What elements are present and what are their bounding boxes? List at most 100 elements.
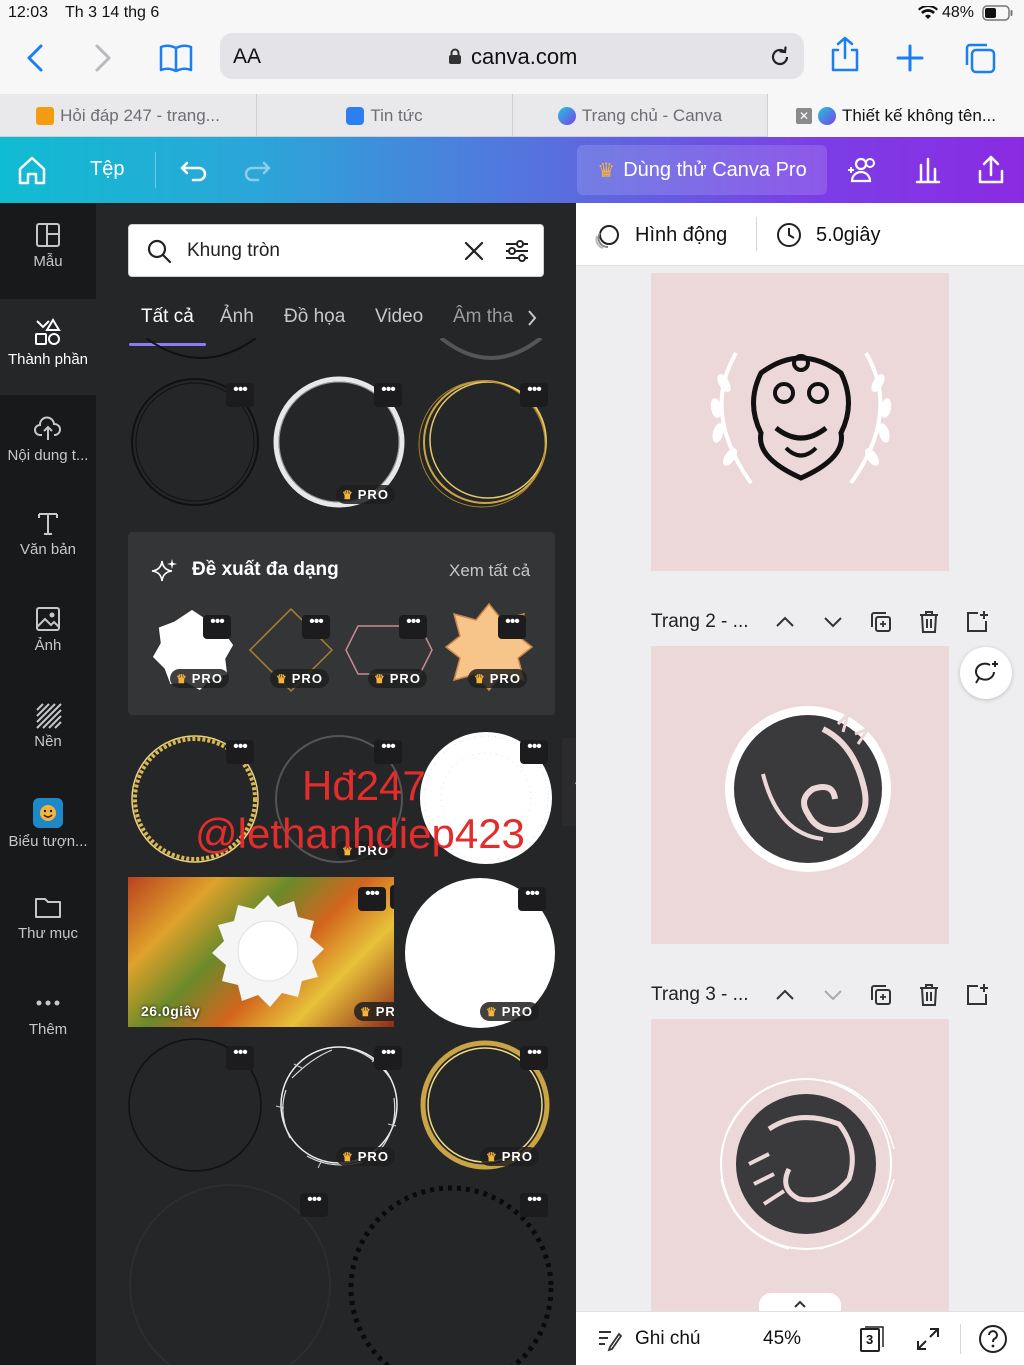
rail-folders[interactable]: Thư mục (0, 875, 96, 971)
toolbar-divider (756, 217, 757, 251)
see-all-link[interactable]: Xem tất cả (449, 561, 530, 581)
new-tab-icon[interactable] (890, 38, 930, 78)
tab-graphics[interactable]: Đồ họa (284, 306, 345, 328)
help-icon[interactable] (978, 1324, 1008, 1354)
duplicate-page-icon[interactable] (868, 982, 894, 1008)
more-options-button[interactable]: ••• (390, 885, 394, 909)
tabs-overview-icon[interactable] (960, 38, 1000, 78)
duration-button[interactable]: 5.0giây (816, 224, 881, 247)
news-favicon (346, 106, 365, 125)
fullscreen-icon[interactable] (914, 1325, 942, 1353)
share-people-icon[interactable] (845, 151, 883, 189)
rail-uploads[interactable]: Nội dung t... (0, 395, 96, 491)
clear-search-icon[interactable] (463, 240, 485, 262)
rail-text[interactable]: Văn bản (0, 491, 96, 587)
rail-elements[interactable]: Thành phần (0, 299, 96, 395)
tab-hoidap[interactable]: Hỏi đáp 247 - trang... (0, 94, 257, 137)
share-icon[interactable] (825, 34, 865, 74)
filter-icon[interactable] (503, 237, 531, 265)
more-options-button[interactable]: ••• (358, 886, 386, 911)
tab-tintuc[interactable]: Tin tức (257, 94, 513, 137)
back-icon[interactable] (16, 38, 56, 78)
more-options-button[interactable]: ••• (300, 1192, 328, 1217)
dragon-circle-logo (725, 706, 891, 872)
more-options-button[interactable]: ••• (520, 382, 548, 407)
forward-icon[interactable] (82, 38, 122, 78)
delete-page-icon[interactable] (916, 609, 942, 635)
more-options-button[interactable]: ••• (520, 739, 548, 764)
rail-more[interactable]: Thêm (0, 971, 96, 1067)
tab-design[interactable]: ✕ Thiết kế không tên... (768, 94, 1024, 137)
more-options-button[interactable]: ••• (518, 886, 546, 911)
more-options-button[interactable]: ••• (374, 739, 402, 764)
file-menu[interactable]: Tệp (90, 158, 124, 181)
address-bar[interactable]: AA canva.com (220, 33, 804, 79)
rail-label: Văn bản (20, 541, 76, 558)
tab-all[interactable]: Tất cả (141, 306, 194, 328)
more-options-button[interactable]: ••• (302, 614, 330, 639)
more-options-button[interactable]: ••• (399, 614, 427, 639)
more-options-button[interactable]: ••• (203, 614, 231, 639)
upload-share-icon[interactable] (972, 151, 1010, 189)
home-icon[interactable] (13, 151, 51, 189)
add-page-icon[interactable] (964, 982, 990, 1008)
lion-branch-logo (720, 1078, 895, 1250)
search-box[interactable] (128, 224, 544, 277)
tab-label: Thiết kế không tên... (841, 105, 997, 125)
page-3[interactable] (651, 1019, 949, 1317)
tab-canva-home[interactable]: Trang chủ - Canva (513, 94, 768, 137)
delete-page-icon[interactable] (916, 982, 942, 1008)
insights-icon[interactable] (909, 151, 947, 189)
rail-background[interactable]: Nền (0, 683, 96, 779)
notes-button[interactable]: Ghi chú (635, 1328, 700, 1350)
more-options-button[interactable]: ••• (498, 614, 526, 639)
circle-frame-partial[interactable] (136, 338, 266, 368)
rail-templates[interactable]: Mẫu (0, 203, 96, 299)
add-page-icon[interactable] (964, 609, 990, 635)
more-options-button[interactable]: ••• (226, 739, 254, 764)
page-2-title[interactable]: Trang 2 - ... (651, 611, 749, 633)
bookmarks-icon[interactable] (156, 38, 196, 78)
tab-photos[interactable]: Ảnh (220, 306, 254, 328)
close-tab-icon[interactable]: ✕ (795, 107, 812, 124)
more-options-button[interactable]: ••• (520, 1192, 548, 1217)
rail-stickers[interactable]: Biểu tượn... (0, 779, 96, 875)
chevron-up-icon[interactable] (772, 609, 798, 635)
tab-videos[interactable]: Video (375, 306, 423, 328)
pro-badge: ♛PRO (336, 485, 395, 504)
rail-photos[interactable]: Ảnh (0, 587, 96, 683)
comment-button[interactable] (960, 647, 1012, 699)
animate-button[interactable]: Hình động (635, 224, 727, 247)
pro-badge: ♛PRO (336, 841, 395, 860)
tab-audio[interactable]: Âm tha (453, 306, 513, 328)
search-input[interactable] (187, 237, 447, 265)
chevron-down-icon[interactable] (820, 982, 846, 1008)
redo-icon[interactable] (238, 151, 276, 189)
page-count-button[interactable]: 3 (858, 1325, 886, 1353)
text-size-button[interactable]: AA (233, 45, 261, 69)
zoom-level[interactable]: 45% (763, 1328, 801, 1350)
autumn-leaves-video[interactable]: 26.0giây ••• ♛PRO (128, 877, 394, 1027)
page-3-title[interactable]: Trang 3 - ... (651, 984, 749, 1006)
chevron-down-icon[interactable] (820, 609, 846, 635)
clock-icon (777, 223, 801, 247)
duplicate-page-icon[interactable] (868, 609, 894, 635)
reload-icon[interactable] (768, 45, 792, 69)
more-options-button[interactable]: ••• (226, 1045, 254, 1070)
pro-badge: ♛PRO (480, 1002, 539, 1021)
page-2[interactable] (651, 646, 949, 944)
more-options-button[interactable]: ••• (226, 382, 254, 407)
try-pro-button[interactable]: ♛ Dùng thử Canva Pro (577, 145, 827, 195)
canvas-footer: Ghi chú 45% 3 (576, 1311, 1024, 1365)
add-comment-icon (975, 661, 998, 684)
circle-frame-partial[interactable] (436, 338, 546, 368)
chevron-up-icon[interactable] (772, 982, 798, 1008)
undo-icon[interactable] (175, 151, 213, 189)
page-1[interactable] (651, 273, 949, 571)
more-options-button[interactable]: ••• (374, 1045, 402, 1070)
suggest-title: Đề xuất đa dạng (192, 559, 339, 580)
animate-icon (595, 225, 619, 249)
more-options-button[interactable]: ••• (374, 382, 402, 407)
chevron-right-icon[interactable] (524, 307, 540, 329)
more-options-button[interactable]: ••• (520, 1045, 548, 1070)
